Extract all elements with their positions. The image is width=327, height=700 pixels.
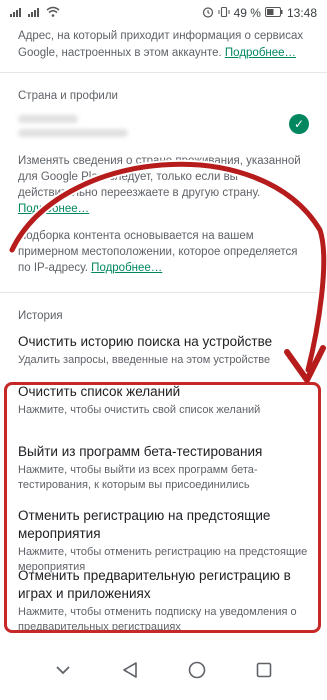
intro-more-link[interactable]: Подробнее… xyxy=(225,47,296,59)
battery-icon xyxy=(264,7,283,19)
cancel-preregistration-item[interactable]: Отменить предварительную регистрацию в и… xyxy=(0,567,327,633)
item-subtitle: Удалить запросы, введенные на этом устро… xyxy=(18,354,271,366)
chevron-down-icon[interactable] xyxy=(49,656,77,684)
content-filter-more-link[interactable]: Подробнее… xyxy=(91,262,162,274)
country-more-link[interactable]: Подробнее… xyxy=(18,203,89,215)
clear-wishlist-item[interactable]: Очистить список желаний Нажмите, чтобы о… xyxy=(0,383,327,443)
country-profile-row[interactable]: ✓ xyxy=(0,109,327,153)
status-left xyxy=(10,6,60,20)
clock: 13:48 xyxy=(286,6,317,20)
item-title: Очистить список желаний xyxy=(18,384,181,399)
intro-text: Адрес, на который приходит информация о … xyxy=(0,26,327,60)
item-title: Выйти из программ бета-тестирования xyxy=(18,444,263,459)
content-filter-info: Подборка контента основывается на вашем … xyxy=(0,228,327,276)
item-title: Отменить регистрацию на предстоящие меро… xyxy=(18,508,271,541)
navigation-bar xyxy=(0,640,327,700)
blurred-email xyxy=(18,129,128,137)
leave-beta-programs-item[interactable]: Выйти из программ бета-тестирования Нажм… xyxy=(0,443,327,507)
back-icon[interactable] xyxy=(116,656,144,684)
country-change-info: Изменять сведения о стране проживания, у… xyxy=(0,153,327,217)
item-title: Отменить предварительную регистрацию в и… xyxy=(18,568,291,601)
battery-percent: 49 % xyxy=(233,6,261,20)
item-subtitle: Нажмите, чтобы выйти из всех программ бе… xyxy=(18,464,258,491)
country-change-text: Изменять сведения о стране проживания, у… xyxy=(18,155,301,199)
section-title-history: История xyxy=(18,310,63,322)
clear-search-history-item[interactable]: Очистить историю поиска на устройстве Уд… xyxy=(0,333,327,383)
cancel-event-registration-item[interactable]: Отменить регистрацию на предстоящие меро… xyxy=(0,507,327,573)
status-right: 49 % 13:48 xyxy=(202,6,317,20)
vibrate-icon xyxy=(218,6,230,20)
blurred-name xyxy=(18,115,78,123)
status-bar: 49 % 13:48 xyxy=(0,0,327,26)
recents-icon[interactable] xyxy=(250,656,278,684)
signal-icon-2 xyxy=(28,6,42,20)
settings-content: Адрес, на который приходит информация о … xyxy=(0,26,327,633)
wifi-icon xyxy=(46,6,60,20)
section-title-country: Страна и профили xyxy=(18,90,118,102)
signal-icon xyxy=(10,6,24,20)
item-title: Очистить историю поиска на устройстве xyxy=(18,334,273,349)
home-icon[interactable] xyxy=(183,656,211,684)
item-subtitle: Нажмите, чтобы отменить подписку на увед… xyxy=(18,606,297,633)
item-subtitle: Нажмите, чтобы очистить свой список жела… xyxy=(18,404,261,416)
alarm-icon xyxy=(202,6,214,20)
check-icon: ✓ xyxy=(289,114,309,134)
